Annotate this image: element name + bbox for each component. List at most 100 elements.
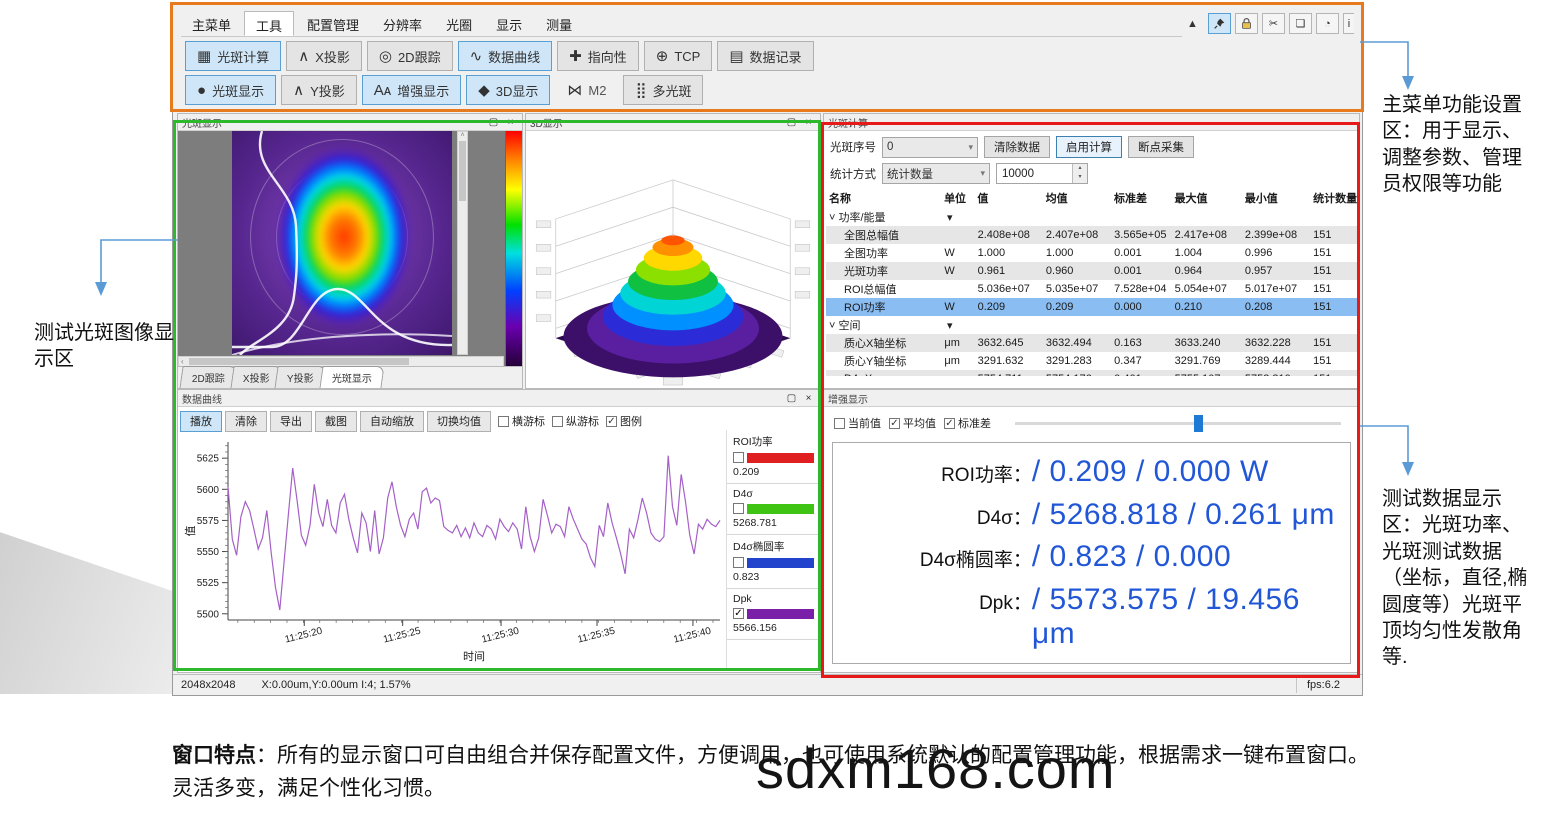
float-icon[interactable]: ▢	[486, 116, 501, 129]
legend-checkbox[interactable]	[733, 557, 744, 568]
spinner-arrows-icon[interactable]: ▴▾	[1072, 164, 1087, 183]
enable-calc-button[interactable]: 启用计算	[1056, 136, 1122, 158]
enhance-row-label: D4σ：	[843, 503, 1032, 530]
ribbon-button-光斑显示[interactable]: ●光斑显示	[185, 75, 276, 105]
curve-checkbox-纵游标[interactable]: 纵游标	[552, 413, 599, 429]
legend-checkbox[interactable]: ✓	[733, 608, 744, 619]
beam-tab-光斑显示[interactable]: 光斑显示	[320, 366, 385, 388]
curve-chart[interactable]: 55005525555055755600562511:25:2011:25:25…	[180, 434, 726, 668]
enhance-row: Dpk：/ 5573.575 / 19.456 μm	[843, 583, 1340, 651]
table-cell: 0.961	[975, 265, 1043, 277]
menu-item-2[interactable]: 工具	[244, 11, 294, 36]
legend-item-D4σ: D4σ5268.781	[727, 484, 818, 535]
enhance-checkbox-平均值[interactable]: ✓平均值	[889, 415, 936, 431]
table-cell: ROI功率	[826, 299, 941, 315]
spot-seq-select[interactable]: 0 ▾	[882, 137, 978, 158]
ribbon-button-数据记录[interactable]: ▤数据记录	[717, 41, 813, 71]
ribbon-button-label: 指向性	[588, 47, 627, 66]
menu-bar: 主菜单工具配置管理分辨率光圈显示测量	[181, 11, 1182, 37]
ribbon-button-X投影[interactable]: ∧X投影	[286, 41, 362, 71]
ribbon-button-2D跟踪[interactable]: ◎2D跟踪	[367, 41, 453, 71]
legend-checkbox[interactable]	[733, 452, 744, 463]
checkbox-box[interactable]: ✓	[889, 418, 900, 429]
history-icon[interactable]: ◔	[1316, 13, 1339, 34]
slider-handle[interactable]	[1194, 415, 1203, 432]
legend-item-value: 0.823	[733, 571, 814, 583]
ribbon-button-增强显示[interactable]: Aᴀ增强显示	[362, 75, 461, 105]
cut-icon[interactable]: ✂	[1262, 13, 1285, 34]
svg-text:11:25:30: 11:25:30	[481, 626, 521, 646]
beam-horizontal-scrollbar[interactable]: ‹	[178, 356, 504, 366]
enhance-slider[interactable]	[1015, 422, 1341, 425]
collapse-up-icon[interactable]: ▲	[1181, 13, 1204, 34]
checkbox-box[interactable]: ✓	[606, 416, 617, 427]
ribbon-button-M2[interactable]: ⋈M2	[555, 75, 618, 105]
menu-item-1[interactable]: 主菜单	[181, 11, 242, 36]
stat-count-spinner[interactable]: 10000 ▴▾	[996, 163, 1088, 184]
menu-item-6[interactable]: 显示	[485, 11, 533, 36]
beam-tab-2D跟踪[interactable]: 2D跟踪	[179, 366, 237, 388]
menu-item-4[interactable]: 分辨率	[372, 11, 433, 36]
curve-button-自动缩放[interactable]: 自动缩放	[360, 411, 424, 432]
table-row[interactable]: D4σXμm5754.7115754.1760.4015755.1075753.…	[826, 370, 1357, 376]
ribbon-button-数据曲线[interactable]: ∿数据曲线	[458, 41, 553, 71]
float-icon[interactable]: ▢	[784, 392, 799, 405]
clear-data-button[interactable]: 清除数据	[984, 136, 1050, 158]
table-group-row[interactable]: ˅ 功率/能量▾	[826, 208, 1357, 226]
curve-checkbox-横游标[interactable]: 横游标	[498, 413, 545, 429]
ribbon-button-TCP[interactable]: ⊕TCP	[644, 41, 713, 71]
table-group-row[interactable]: ˅ 空间▾	[826, 316, 1357, 334]
beam-heatmap[interactable]	[232, 131, 452, 355]
table-row[interactable]: 全图功率W1.0001.0000.0011.0040.996151	[826, 244, 1357, 262]
info-icon[interactable]: i	[1343, 13, 1354, 34]
enhance-checkbox-当前值[interactable]: 当前值	[834, 415, 881, 431]
table-cell: 151	[1310, 301, 1357, 313]
menu-item-7[interactable]: 测量	[535, 11, 583, 36]
table-header-row: 名称单位值均值标准差最大值最小值统计数量	[826, 188, 1357, 208]
menu-item-5[interactable]: 光圈	[435, 11, 483, 36]
legend-color-bar	[747, 504, 814, 514]
checkbox-box[interactable]	[834, 418, 845, 429]
legend-item-value: 0.209	[733, 466, 814, 478]
table-row[interactable]: 质心Y轴坐标μm3291.6323291.2830.3473291.769328…	[826, 352, 1357, 370]
ribbon-button-多光斑[interactable]: ⣿多光斑	[623, 75, 703, 105]
scrollbar-thumb[interactable]	[189, 358, 409, 365]
float-icon[interactable]: ▢	[784, 116, 799, 129]
lock-icon[interactable]	[1235, 13, 1258, 34]
close-icon[interactable]: ×	[801, 392, 816, 405]
surface-3d-plot[interactable]	[526, 131, 820, 387]
checkbox-box[interactable]: ✓	[944, 418, 955, 429]
pin-icon[interactable]	[1208, 13, 1231, 34]
table-row[interactable]: ROI功率W0.2090.2090.0000.2100.208151	[826, 298, 1357, 316]
ribbon-button-光斑计算[interactable]: ▦光斑计算	[185, 41, 281, 71]
scroll-up-icon[interactable]: ˄	[460, 132, 464, 139]
stat-mode-select[interactable]: 统计数量 ▾	[882, 163, 990, 184]
legend-checkbox[interactable]	[733, 503, 744, 514]
table-row[interactable]: 光斑功率W0.9610.9600.0010.9640.957151	[826, 262, 1357, 280]
curve-button-切换均值[interactable]: 切换均值	[427, 411, 491, 432]
checkbox-box[interactable]	[552, 416, 563, 427]
beam-vertical-scrollbar[interactable]: ˄	[457, 131, 468, 355]
curve-button-截图[interactable]: 截图	[315, 411, 357, 432]
curve-button-清除[interactable]: 清除	[225, 411, 267, 432]
menu-item-3[interactable]: 配置管理	[296, 11, 370, 36]
ribbon-button-指向性[interactable]: ✚指向性	[557, 41, 639, 71]
ribbon-button-3D显示[interactable]: ◆3D显示	[466, 75, 550, 105]
checkbox-box[interactable]	[498, 416, 509, 427]
close-icon[interactable]: ×	[503, 116, 518, 129]
enhance-checkbox-标准差[interactable]: ✓标准差	[944, 415, 991, 431]
curve-checkbox-图例[interactable]: ✓图例	[606, 413, 642, 429]
table-row[interactable]: 质心X轴坐标μm3632.6453632.4940.1633633.240363…	[826, 334, 1357, 352]
curve-button-播放[interactable]: 播放	[180, 411, 222, 432]
file-icon[interactable]: ❏	[1289, 13, 1312, 34]
scrollbar-thumb[interactable]	[459, 141, 466, 201]
curve-button-导出[interactable]: 导出	[270, 411, 312, 432]
breakpoint-capture-button[interactable]: 断点采集	[1128, 136, 1194, 158]
table-row[interactable]: ROI总幅值5.036e+075.035e+077.528e+045.054e+…	[826, 280, 1357, 298]
close-icon[interactable]: ×	[801, 116, 816, 129]
table-cell: 151	[1310, 337, 1357, 349]
table-cell: 0.163	[1111, 337, 1171, 349]
table-row[interactable]: 全图总幅值2.408e+082.407e+083.565e+052.417e+0…	[826, 226, 1357, 244]
ribbon-button-Y投影[interactable]: ∧Y投影	[281, 75, 357, 105]
ribbon-button-label: 数据记录	[750, 47, 802, 66]
